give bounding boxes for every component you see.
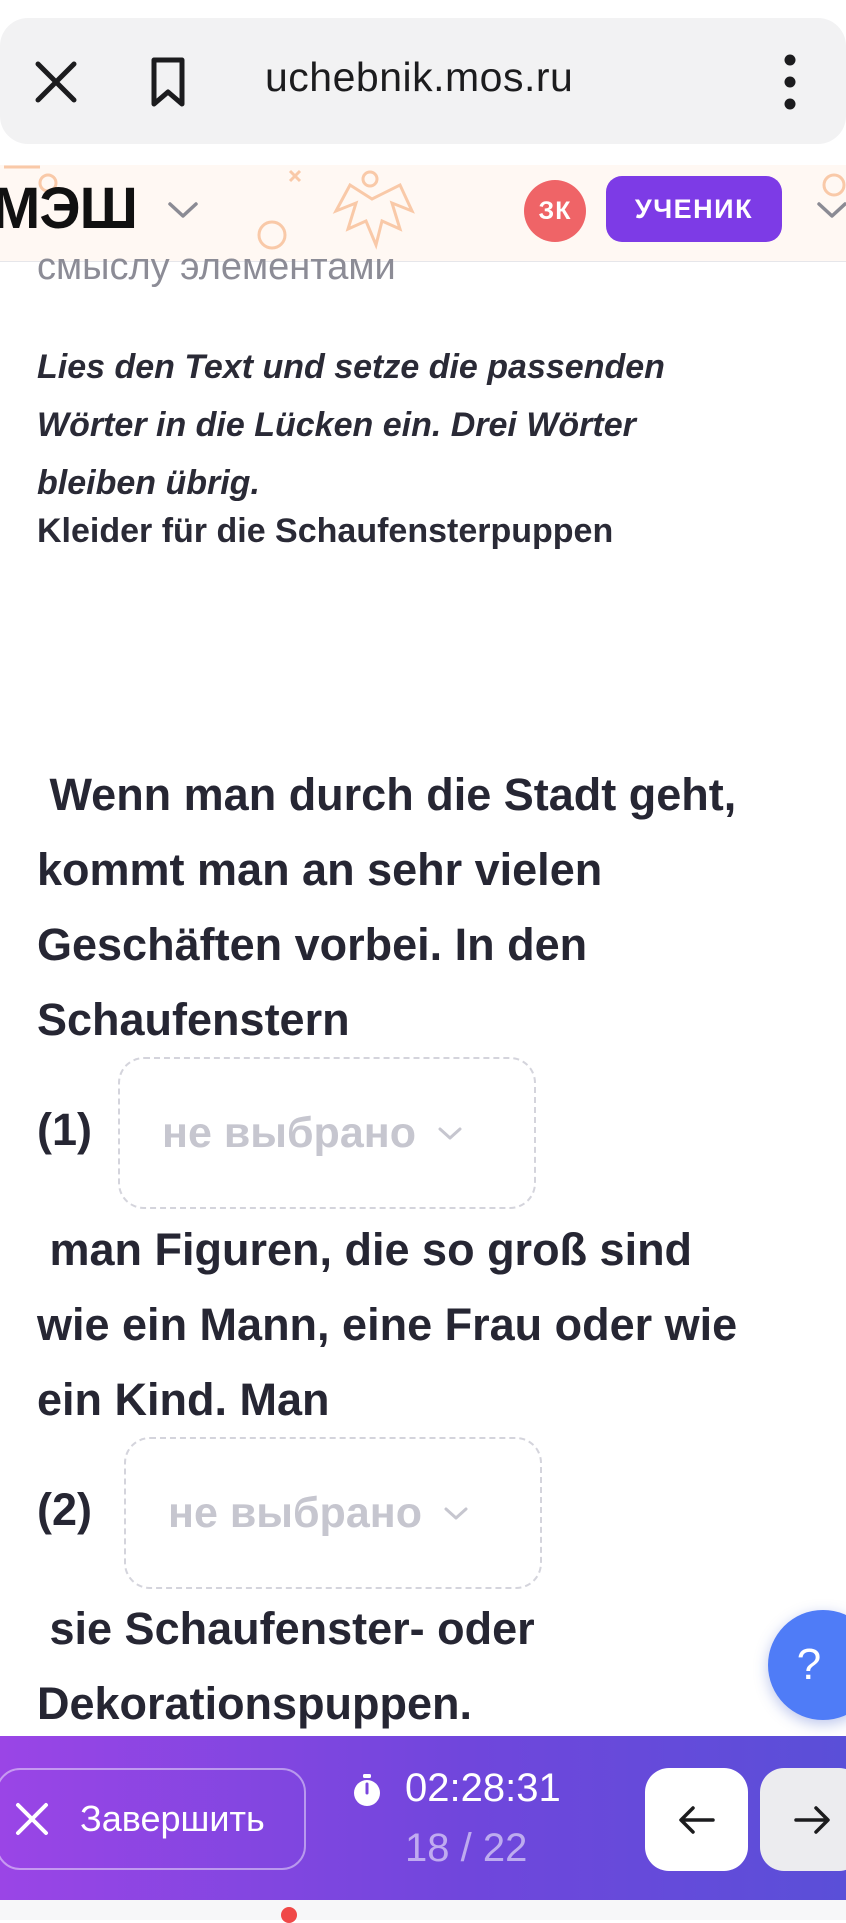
gap-1-select[interactable]: не выбрано [118,1057,536,1209]
browser-toolbar: uchebnik.mos.ru [0,0,846,165]
paragraph-3: sie Schaufenster- oder Dekorationspuppen… [37,1591,797,1741]
close-icon [16,1803,48,1835]
url-text[interactable]: uchebnik.mos.ru [265,54,573,101]
notification-dot [281,1907,297,1923]
finish-button[interactable]: Завершить [0,1768,306,1870]
paragraph-line: ein Kind. Man [37,1374,330,1425]
gap-2-select[interactable]: не выбрано [124,1437,542,1589]
paragraph-line: Wenn man durch die Stadt geht, [37,769,737,820]
finish-label: Завершить [80,1798,265,1839]
paragraph-line: sie Schaufenster- oder [37,1603,535,1654]
arrow-left-icon [678,1805,715,1834]
paragraph-line: wie ein Mann, eine Frau oder wie [37,1299,738,1350]
chevron-down-icon[interactable] [815,199,846,221]
instruction-line: bleiben übrig. [37,464,260,502]
arrow-right-icon [793,1805,830,1834]
paragraph-2: man Figuren, die so groß sind wie ein Ma… [37,1212,797,1437]
next-button[interactable] [760,1768,846,1871]
select-placeholder: не выбрано [168,1488,422,1537]
role-badge[interactable]: УЧЕНИК [606,176,782,242]
close-icon[interactable] [34,60,78,104]
avatar[interactable]: ЗК [524,180,586,242]
instruction-line: Lies den Text und setze die passenden [37,348,665,386]
paragraph-line: kommt man an sehr vielen [37,844,603,895]
chevron-down-icon [444,1507,468,1520]
paragraph-line: Geschäften vorbei. In den [37,919,588,970]
paragraph-line: Dekorationspuppen. [37,1678,473,1729]
instruction-line: Wörter in die Lücken ein. Drei Wörter [37,406,636,444]
bottom-toolbar: Завершить 02:28:31 18 / 22 [0,1736,846,1900]
stopwatch-icon [354,1774,380,1806]
chevron-down-icon [438,1127,462,1140]
timer: 02:28:31 [405,1766,561,1810]
question-progress: 18 / 22 [405,1826,528,1870]
site-logo[interactable]: МЭШ [0,175,138,242]
section-heading: смыслу элементами [37,246,396,288]
gap-1-label: (1) [37,1104,92,1155]
paragraph-line: Schaufenstern [37,994,350,1045]
text-title: Kleider für die Schaufensterpuppen [37,512,614,550]
help-label: ? [796,1640,822,1689]
paragraph-1: Wenn man durch die Stadt geht, kommt man… [37,757,797,1057]
gap-2-label: (2) [37,1484,92,1535]
task-instruction: Lies den Text und setze die passenden Wö… [37,338,777,512]
paragraph-line: man Figuren, die so groß sind [37,1224,693,1275]
previous-button[interactable] [645,1768,748,1871]
bookmark-icon[interactable] [146,56,190,108]
kebab-menu-icon[interactable] [775,52,805,112]
select-placeholder: не выбрано [162,1108,416,1157]
chevron-down-icon[interactable] [166,199,200,221]
system-nav-strip [0,1900,846,1920]
